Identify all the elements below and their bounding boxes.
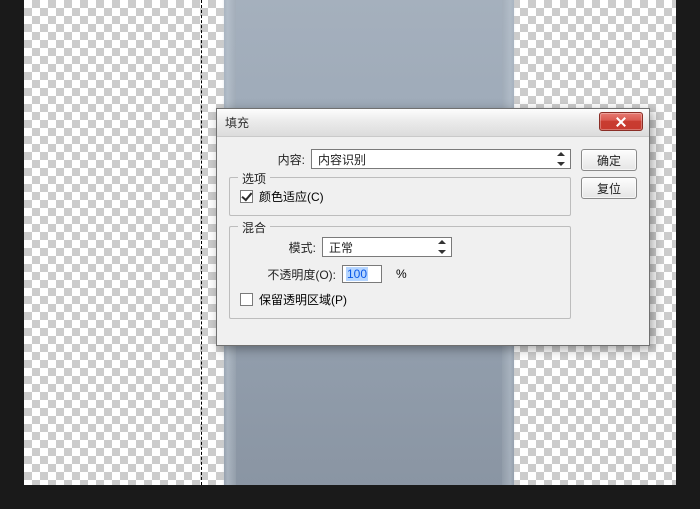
opacity-unit: % (396, 267, 407, 281)
blend-fieldset: 混合 模式: 正常 不透明度(O): 100 % (229, 226, 571, 319)
options-legend: 选项 (238, 170, 270, 187)
content-dropdown[interactable]: 内容识别 (311, 149, 571, 169)
opacity-input[interactable]: 100 (342, 265, 382, 283)
content-label: 内容: (229, 151, 311, 168)
options-fieldset: 选项 颜色适应(C) (229, 177, 571, 216)
dialog-right-column: 确定 复位 (581, 149, 637, 329)
mode-dropdown-value: 正常 (329, 239, 353, 256)
dialog-body: 内容: 内容识别 选项 颜色适应(C) 混合 模式: (217, 137, 649, 345)
color-adapt-checkbox[interactable] (240, 190, 253, 203)
mode-label: 模式: (240, 239, 322, 256)
preserve-label: 保留透明区域(P) (259, 291, 347, 308)
fill-dialog: 填充 内容: 内容识别 选项 颜色适应(C) (216, 108, 650, 346)
close-icon (616, 117, 626, 127)
dropdown-arrows-icon (556, 152, 566, 166)
content-row: 内容: 内容识别 (229, 149, 571, 169)
opacity-label: 不透明度(O): (240, 266, 342, 283)
opacity-value: 100 (346, 267, 368, 281)
mode-dropdown[interactable]: 正常 (322, 237, 452, 257)
dialog-titlebar[interactable]: 填充 (217, 109, 649, 137)
close-button[interactable] (599, 112, 643, 131)
mode-row: 模式: 正常 (240, 237, 560, 257)
content-dropdown-value: 内容识别 (318, 151, 366, 168)
color-adapt-row: 颜色适应(C) (240, 188, 560, 205)
preserve-row: 保留透明区域(P) (240, 291, 560, 308)
ok-button[interactable]: 确定 (581, 149, 637, 171)
dropdown-arrows-icon (437, 240, 447, 254)
preserve-checkbox[interactable] (240, 293, 253, 306)
dialog-title: 填充 (225, 114, 249, 131)
reset-button[interactable]: 复位 (581, 177, 637, 199)
blend-legend: 混合 (238, 219, 270, 236)
selection-marquee (24, 0, 202, 485)
dialog-left-column: 内容: 内容识别 选项 颜色适应(C) 混合 模式: (229, 149, 571, 329)
color-adapt-label: 颜色适应(C) (259, 188, 324, 205)
opacity-row: 不透明度(O): 100 % (240, 265, 560, 283)
